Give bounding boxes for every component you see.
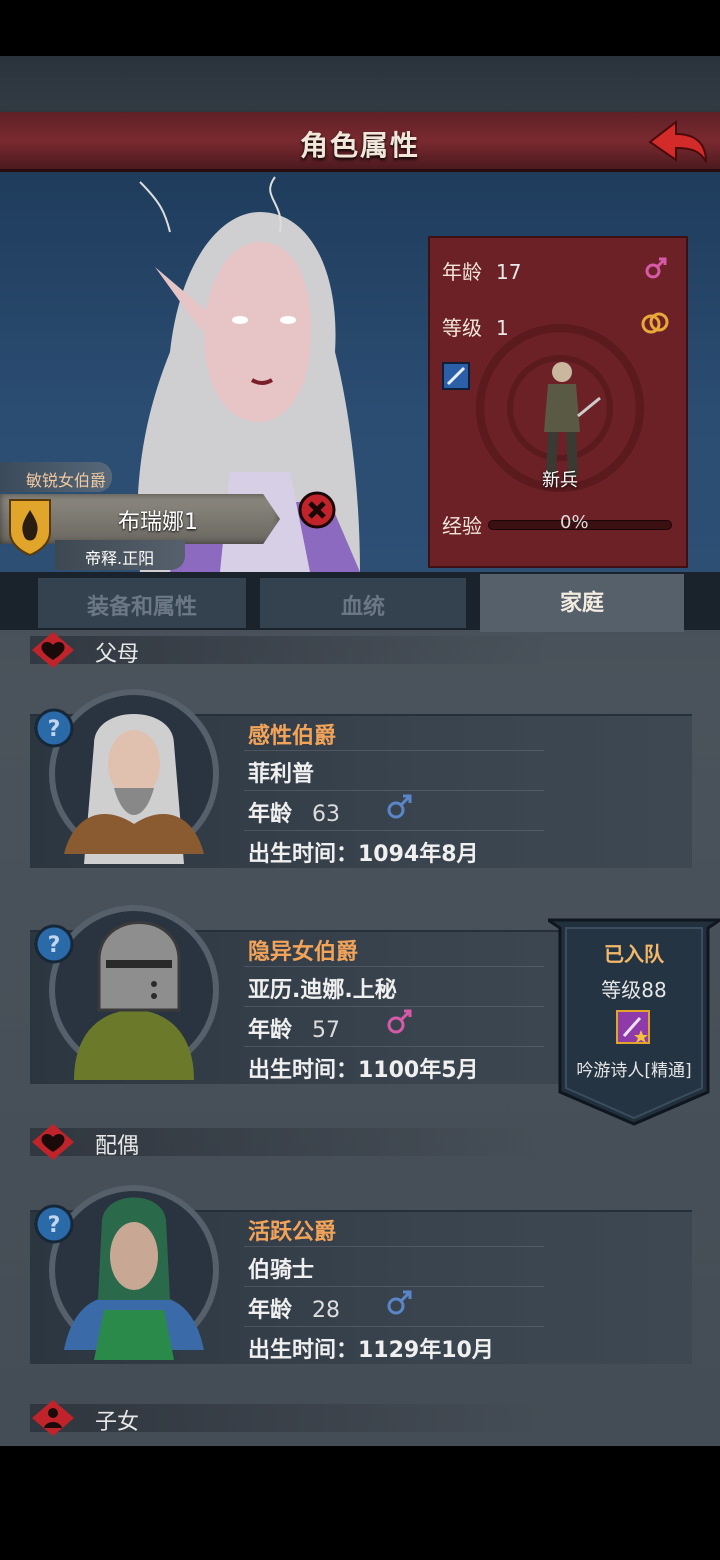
age-label: 年龄 <box>442 260 482 284</box>
rank-label: 新兵 <box>542 470 578 491</box>
sword-skill-icon[interactable] <box>442 362 470 390</box>
family-card-father[interactable]: ? 感性伯爵 菲利普 年龄 63 出生时间：1094年8月 <box>30 689 692 870</box>
level-label: 等级 <box>442 316 482 340</box>
character-header: 敏锐女伯爵 布瑞娜1 帝释.正阳 年龄 17 等级 1 新兵 经验 0% <box>0 172 720 572</box>
section-spouse: 配偶 <box>0 1122 720 1162</box>
page-title: 角色属性 <box>299 129 420 162</box>
age-value: 17 <box>496 260 522 284</box>
rings-icon[interactable] <box>640 310 670 336</box>
level-value: 1 <box>496 316 509 340</box>
father-age: 年龄 63 <box>248 802 341 827</box>
character-name: 布瑞娜1 <box>118 510 198 535</box>
spouse-name: 伯骑士 <box>248 1258 315 1283</box>
mother-birth: 出生时间：1100年5月 <box>248 1058 479 1083</box>
svg-text:?: ? <box>48 933 61 958</box>
exp-value: 0% <box>560 512 589 533</box>
help-icon[interactable]: ? <box>32 922 76 966</box>
mother-name: 亚历.迪娜.上秘 <box>248 978 397 1003</box>
father-title: 感性伯爵 <box>248 724 337 749</box>
stat-level: 等级 1 <box>442 312 509 341</box>
female-symbol-icon <box>387 1009 412 1034</box>
character-title-tag: 敏锐女伯爵 <box>0 462 112 492</box>
close-icon[interactable] <box>298 491 336 529</box>
spouse-title: 活跃公爵 <box>248 1220 337 1245</box>
bard-skill-icon <box>616 1010 650 1044</box>
stats-panel: 年龄 17 等级 1 新兵 经验 0% <box>428 236 688 568</box>
svg-text:?: ? <box>48 717 61 742</box>
mother-title: 隐异女伯爵 <box>248 940 359 965</box>
section-parents: 父母 <box>0 630 720 670</box>
heart-icon <box>32 1124 74 1160</box>
svg-text:?: ? <box>48 1213 61 1238</box>
joined-party-banner[interactable]: 已入队 等级88 吟游诗人[精通] <box>548 916 720 1128</box>
heart-icon <box>32 632 74 668</box>
title-bar: 角色属性 <box>0 112 720 172</box>
character-house: 帝释.正阳 <box>55 540 185 570</box>
mother-age: 年龄 57 <box>248 1018 341 1043</box>
joined-profession: 吟游诗人[精通] <box>576 1061 692 1081</box>
joined-level: 等级88 <box>601 978 667 1002</box>
status-bar-area <box>0 0 720 56</box>
stat-age: 年龄 17 <box>442 256 521 285</box>
navigation-bar-area <box>0 1446 720 1560</box>
joined-status: 已入队 <box>604 942 664 966</box>
tab-bar: 装备和属性 血统 家庭 <box>0 572 720 632</box>
father-name: 菲利普 <box>248 762 315 787</box>
help-icon[interactable]: ? <box>32 1202 76 1246</box>
male-symbol-icon <box>387 1290 412 1315</box>
family-card-spouse[interactable]: ? 活跃公爵 伯骑士 年龄 28 出生时间：1129年10月 <box>30 1185 692 1366</box>
tab-equipment[interactable]: 装备和属性 <box>38 578 246 628</box>
spouse-birth: 出生时间：1129年10月 <box>248 1338 494 1363</box>
child-icon <box>32 1400 74 1436</box>
spouse-age: 年龄 28 <box>248 1298 341 1323</box>
female-symbol-icon <box>645 257 667 279</box>
section-spouse-label: 配偶 <box>95 1134 140 1159</box>
back-arrow-icon[interactable] <box>642 116 712 168</box>
house-shield-icon[interactable] <box>8 498 52 556</box>
help-icon[interactable]: ? <box>32 706 76 750</box>
exp-label: 经验 <box>442 514 482 538</box>
father-birth: 出生时间：1094年8月 <box>248 842 479 867</box>
tab-family[interactable]: 家庭 <box>480 574 684 632</box>
tab-bloodline[interactable]: 血统 <box>260 578 466 628</box>
section-children-label: 子女 <box>95 1410 140 1435</box>
section-parents-label: 父母 <box>95 642 140 667</box>
section-children: 子女 <box>0 1398 720 1438</box>
male-symbol-icon <box>387 794 412 819</box>
